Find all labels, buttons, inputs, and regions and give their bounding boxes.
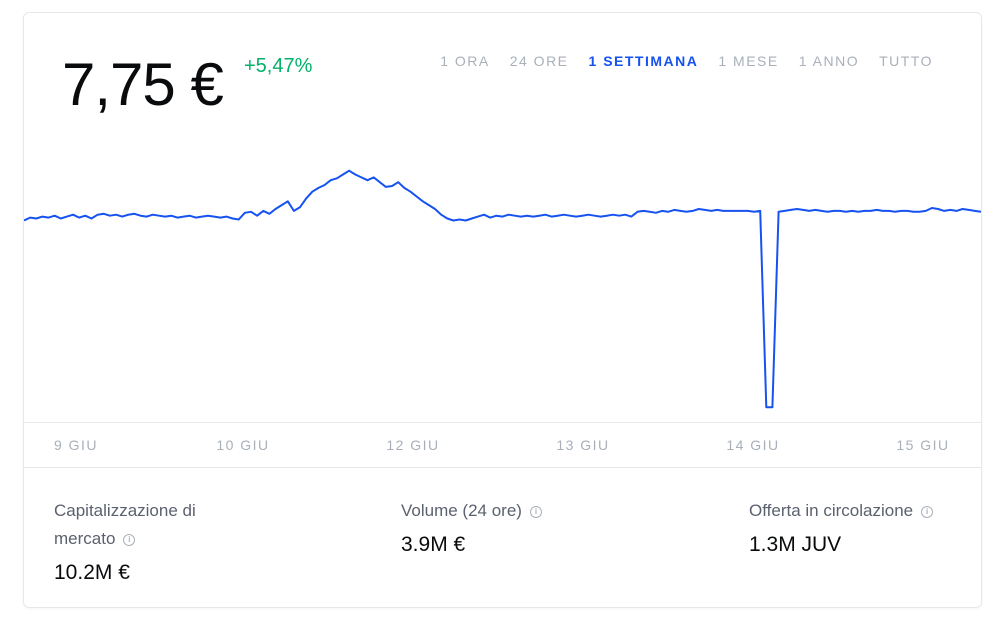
range-tab-1-month[interactable]: 1 MESE	[718, 53, 778, 69]
price-change-percent: +5,47%	[244, 55, 313, 77]
x-tick-label: 15 GIU	[896, 437, 950, 453]
current-price: 7,75 €	[62, 51, 224, 118]
stat-market-cap: Capitalizzazione di mercato i 10.2M €	[54, 497, 254, 585]
range-tab-1-year[interactable]: 1 ANNO	[799, 53, 859, 69]
x-tick-label: 9 GIU	[53, 437, 99, 453]
price-card: 7,75 € +5,47% 1 ORA 24 ORE 1 SETTIMANA 1…	[23, 12, 982, 608]
price-chart[interactable]	[24, 133, 981, 422]
x-axis: 9 GIU 10 GIU 12 GIU 13 GIU 14 GIU 15 GIU	[24, 422, 981, 468]
range-tab-1-hour[interactable]: 1 ORA	[440, 53, 490, 69]
range-tab-all[interactable]: TUTTO	[879, 53, 933, 69]
stat-value: 10.2M €	[54, 561, 130, 584]
range-tab-1-week[interactable]: 1 SETTIMANA	[589, 53, 699, 69]
stat-value: 3.9M €	[401, 533, 466, 556]
stat-label: Volume (24 ore)	[401, 501, 522, 520]
stats-row: Capitalizzazione di mercato i 10.2M € Vol…	[24, 467, 981, 607]
x-tick-label: 13 GIU	[556, 437, 610, 453]
x-tick-label: 12 GIU	[386, 437, 440, 453]
stat-volume: Volume (24 ore) i 3.9M €	[401, 497, 542, 557]
range-tab-24-hours[interactable]: 24 ORE	[510, 53, 569, 69]
stat-value: 1.3M JUV	[749, 533, 842, 556]
stat-label: Offerta in circolazione	[749, 501, 914, 520]
price-line-series	[24, 169, 981, 409]
stat-supply: Offerta in circolazione i 1.3M JUV	[749, 497, 934, 557]
info-icon[interactable]: i	[921, 505, 934, 518]
x-tick-label: 10 GIU	[216, 437, 270, 453]
time-range-tabs: 1 ORA 24 ORE 1 SETTIMANA 1 MESE 1 ANNO T…	[440, 53, 933, 69]
info-icon[interactable]: i	[529, 505, 542, 518]
info-icon[interactable]: i	[123, 533, 136, 546]
x-tick-label: 14 GIU	[726, 437, 780, 453]
